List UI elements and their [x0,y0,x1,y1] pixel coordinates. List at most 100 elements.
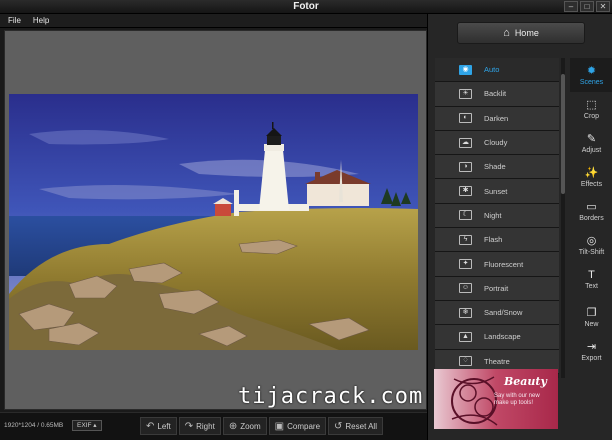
image-toolbar: ↶ Left ↷ Right ⊕ Zoom ▣ Compare ↺ Reset All [140,417,383,435]
reset-all-button[interactable]: ↺ Reset All [328,417,383,435]
landscape-icon: ▲ [459,331,472,342]
scene-label: Sunset [484,186,508,196]
portrait-icon: ☺ [459,283,472,294]
compare-icon: ▣ [274,420,285,432]
new-icon: ❐ [586,307,597,319]
right-button[interactable]: ↷ Right [178,417,221,435]
nav-label: New [584,321,599,328]
scene-item-night[interactable]: ☾ Night [435,203,559,229]
toolbar-label: Compare [287,421,321,431]
nav-label: Tilt-Shift [578,249,605,256]
scene-label: Flash [484,235,503,245]
toolbar-label: Zoom [240,421,261,431]
tilt-shift-icon: ◎ [586,235,597,247]
scene-item-auto[interactable]: ◉ Auto [435,58,559,83]
fluorescent-icon: ✦ [459,259,472,270]
text-icon: T [588,268,595,281]
menu-help[interactable]: Help [33,16,49,25]
ad-banner[interactable]: Beauty Say with our new make up tools! [434,369,558,429]
reset-icon: ↺ [334,420,343,432]
cloudy-icon: ☁ [459,137,472,148]
export-icon: ⇥ [586,341,597,353]
scene-list: ◉ Auto ☀ Backlit ◐ Darken ☁ Cloudy ◑ Shade ✱ Sunset… [435,58,559,378]
nav-item-tilt-shift[interactable]: ◎ Tilt-Shift [570,228,612,262]
flash-icon: ϟ [459,234,472,245]
nav-label: Effects [580,181,603,188]
nav-item-crop[interactable]: ⬚ Crop [570,92,612,126]
zoom-button[interactable]: ⊕ Zoom [222,417,267,435]
scene-item-darken[interactable]: ◐ Darken [435,106,559,131]
nav-item-borders[interactable]: ▭ Borders [570,194,612,228]
home-button[interactable]: ⌂ Home [457,22,585,44]
lighthouse-photo [9,94,418,350]
left-button[interactable]: ↶ Left [140,417,177,435]
nav-item-effects[interactable]: ✨ Effects [570,160,612,194]
theatre-icon: ♢ [459,356,472,367]
scene-label: Shade [484,162,506,172]
ad-body: Say with our new make up tools! [494,393,540,406]
scene-label: Landscape [484,332,521,342]
scene-label: Backlit [484,89,507,99]
scene-item-flash[interactable]: ϟ Flash [435,228,559,253]
rotate-right-icon: ↷ [184,420,194,432]
scene-scrollbar[interactable] [561,58,565,378]
title-bar: Fotor – □ ✕ [0,0,612,14]
window-controls: – □ ✕ [564,1,610,12]
nav-item-new[interactable]: ❐ New [570,300,612,334]
darken-icon: ◐ [459,113,472,124]
home-label: Home [514,28,539,38]
nav-item-scenes[interactable]: ✹ Scenes [570,58,612,92]
scene-item-backlit[interactable]: ☀ Backlit [435,82,559,107]
nav-label: Crop [583,113,600,120]
toolbar-label: Right [196,421,215,431]
nav-item-export[interactable]: ⇥ Export [570,334,612,368]
auto-icon: ◉ [459,64,472,75]
scrollbar-thumb[interactable] [561,74,565,194]
borders-icon: ▭ [586,201,597,213]
toolbar-label: Reset All [345,421,377,431]
menu-file[interactable]: File [8,16,21,25]
menu-bar: File Help [0,14,427,28]
crop-icon: ⬚ [586,99,597,111]
backlit-icon: ☀ [459,88,472,99]
scene-item-sand-snow[interactable]: ❄ Sand/Snow [435,300,559,326]
scene-label: Cloudy [484,138,508,148]
nav-item-text[interactable]: T Text [570,262,612,296]
home-icon: ⌂ [503,27,510,39]
ad-title: Beauty [504,375,547,388]
nav-label: Text [585,282,598,290]
nav-item-adjust[interactable]: ✎ Adjust [570,126,612,160]
compare-button[interactable]: ▣ Compare [268,417,327,435]
scene-label: Portrait [484,283,509,293]
scene-item-portrait[interactable]: ☺ Portrait [435,276,559,301]
effects-icon: ✨ [584,167,599,179]
sand-snow-icon: ❄ [459,307,472,318]
zoom-icon: ⊕ [228,420,238,432]
image-canvas [4,30,427,410]
module-nav: ✹ Scenes ⬚ Crop ✎ Adjust ✨ Effects ▭ Borders ◎ Tilt… [570,58,612,368]
sunset-icon: ✱ [459,186,472,197]
nav-label: Borders [579,215,604,222]
scene-item-sunset[interactable]: ✱ Sunset [435,179,559,204]
right-panel: ⌂ Home ◉ Auto ☀ Backlit ◐ Darken ☁ Cloudy ◑ Shade… [427,14,612,440]
close-button[interactable]: ✕ [596,1,610,12]
file-info: 1920*1204 / 0.65MB [4,422,64,429]
scene-item-landscape[interactable]: ▲ Landscape [435,325,559,350]
maximize-button[interactable]: □ [580,1,594,12]
scene-label: Fluorescent [484,259,524,269]
scene-item-fluorescent[interactable]: ✦ Fluorescent [435,252,559,277]
nav-label: Adjust [581,147,602,154]
scene-label: Darken [484,113,509,123]
window-title: Fotor [293,1,319,12]
status-bar: 1920*1204 / 0.65MB EXIF ▴ ↶ Left ↷ Right ⊕ Zo… [0,412,427,440]
scene-label: Night [484,210,502,220]
adjust-icon: ✎ [586,133,597,145]
scene-item-cloudy[interactable]: ☁ Cloudy [435,130,559,156]
exif-button[interactable]: EXIF ▴ [72,420,102,431]
scene-item-shade[interactable]: ◑ Shade [435,155,559,180]
photo-preview[interactable] [9,94,418,350]
scene-label: Sand/Snow [484,308,523,318]
minimize-button[interactable]: – [564,1,578,12]
night-icon: ☾ [459,210,472,221]
shade-icon: ◑ [459,161,472,172]
